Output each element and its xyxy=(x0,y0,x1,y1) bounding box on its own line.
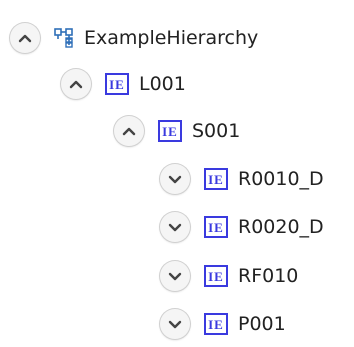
chevron-up-icon xyxy=(18,34,32,43)
tree-node-r0010-d[interactable]: IE R0010_D xyxy=(160,159,324,199)
chevron-down-icon xyxy=(168,272,182,281)
expand-toggle[interactable] xyxy=(160,261,190,291)
ie-entity-icon: IE xyxy=(204,168,228,190)
ie-entity-icon: IE xyxy=(158,120,182,142)
tree-node-l001[interactable]: IE L001 xyxy=(61,64,186,104)
ie-entity-icon: IE xyxy=(204,216,228,238)
hierarchy-tree: ExampleHierarchy IE L001 IE S001 IE R001… xyxy=(0,0,354,347)
node-label: R0020_D xyxy=(238,215,324,238)
tree-node-rf010[interactable]: IE RF010 xyxy=(160,256,298,296)
chevron-up-icon xyxy=(122,127,136,136)
ie-entity-icon: IE xyxy=(204,313,228,335)
expand-toggle[interactable] xyxy=(160,309,190,339)
chevron-down-icon xyxy=(168,320,182,329)
node-label: L001 xyxy=(139,72,186,95)
chevron-up-icon xyxy=(69,80,83,89)
expand-toggle[interactable] xyxy=(160,164,190,194)
collapse-toggle[interactable] xyxy=(114,116,144,146)
hierarchy-icon xyxy=(54,27,74,49)
collapse-toggle[interactable] xyxy=(61,69,91,99)
ie-entity-icon: IE xyxy=(204,265,228,287)
node-label: R0010_D xyxy=(238,167,324,190)
node-label: S001 xyxy=(192,119,241,142)
tree-node-r0020-d[interactable]: IE R0020_D xyxy=(160,207,324,247)
tree-node-s001[interactable]: IE S001 xyxy=(114,111,240,151)
node-label: RF010 xyxy=(238,264,299,287)
node-label: ExampleHierarchy xyxy=(84,26,259,49)
expand-toggle[interactable] xyxy=(160,212,190,242)
chevron-down-icon xyxy=(168,175,182,184)
node-label: P001 xyxy=(238,312,286,335)
chevron-down-icon xyxy=(168,223,182,232)
tree-node-examplehierarchy[interactable]: ExampleHierarchy xyxy=(10,18,258,58)
tree-node-p001[interactable]: IE P001 xyxy=(160,304,286,344)
collapse-toggle[interactable] xyxy=(10,23,40,53)
ie-entity-icon: IE xyxy=(105,73,129,95)
